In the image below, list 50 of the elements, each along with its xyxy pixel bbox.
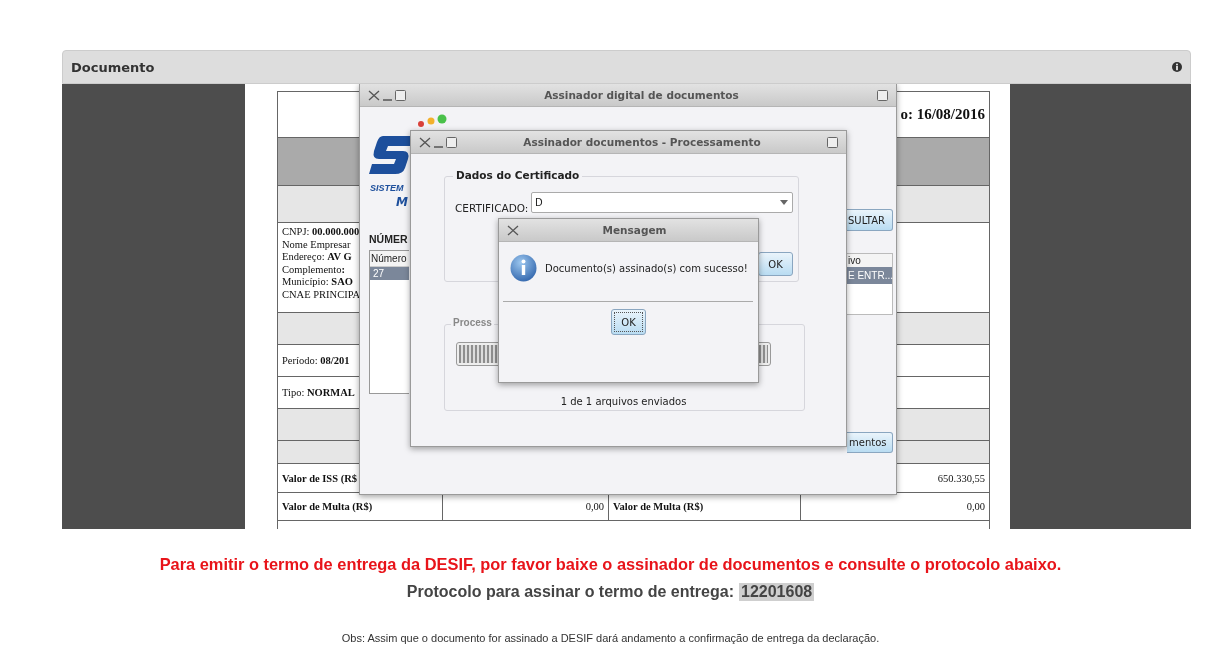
caret-icon: [780, 200, 788, 205]
group-title: Dados do Certificado: [453, 169, 583, 181]
dialog-message: Documento(s) assinado(s) com sucesso!: [545, 263, 748, 274]
column-header: Número: [370, 251, 409, 267]
period-text: Período: 08/201: [282, 355, 350, 366]
notice-text: Para emitir o termo de entrega da DESIF, por favor baixe o assinador de documentos e consulte o protocolo abaixo.: [159, 555, 1062, 574]
company-detail-text: Endereço: AV G: [282, 251, 353, 264]
table-cell: Valor de ISS (R$: [282, 472, 357, 484]
certificate-label: CERTIFICADO:: [455, 202, 529, 214]
window-title: Assinador documentos - Processamento: [522, 136, 762, 148]
list-row[interactable]: 27: [370, 267, 409, 280]
status-text: 1 de 1 arquivos enviados: [560, 396, 687, 407]
company-detail-text: CNAE PRINCIPA: [282, 288, 360, 301]
window-title: Mensagem: [601, 224, 668, 236]
ok-button[interactable]: OK: [758, 252, 793, 276]
company-detail-text: Nome Empresar: [282, 238, 352, 251]
type-text: Tipo: NORMAL: [282, 387, 355, 398]
list-row[interactable]: E ENTR...: [847, 267, 892, 284]
info-icon[interactable]: [1172, 62, 1182, 72]
protocol-label: Protocolo para assinar o termo de entrega:: [406, 583, 734, 601]
info-icon: [510, 254, 537, 282]
certificate-dropdown[interactable]: D: [531, 192, 793, 213]
close-icon[interactable]: [419, 136, 431, 148]
logo-text: SISTEM: [370, 183, 404, 193]
maximize-icon[interactable]: [395, 89, 406, 101]
protocol-number: 12201608: [739, 583, 815, 601]
company-detail-text: Município: SAO: [282, 276, 354, 289]
panel-title: Documento: [71, 59, 155, 75]
close-icon[interactable]: [507, 224, 519, 236]
close-icon[interactable]: [368, 89, 380, 101]
table-cell: 650.330,55: [937, 472, 985, 484]
window-title: Assinador digital de documentos: [543, 89, 740, 101]
logo-text: M: [396, 195, 408, 209]
company-detail-text: Complemento:: [282, 263, 346, 276]
number-label: NÚMER: [369, 233, 408, 245]
consult-button[interactable]: SULTAR: [847, 209, 893, 231]
traffic-lights-icon: [417, 114, 447, 128]
company-detail-text: CNPJ: 00.000.000: [282, 226, 360, 239]
ok-button[interactable]: OK: [611, 309, 646, 335]
group-title: Process: [451, 317, 494, 328]
maximize-icon[interactable]: [827, 136, 838, 148]
documents-button[interactable]: mentos: [847, 432, 893, 453]
column-header: ivo: [847, 254, 892, 267]
dropdown-value: D: [534, 197, 544, 208]
table-cell-text: 0,00: [965, 500, 986, 514]
maximize-icon[interactable]: [877, 89, 888, 101]
logo-s-icon: [369, 134, 413, 176]
note-text: Obs: Assim que o documento for assinado a DESIF dará andamento a confirmação de entrega da declaração.: [341, 632, 880, 644]
maximize-icon[interactable]: [446, 136, 457, 148]
date-text: o: 16/08/2016: [900, 106, 985, 123]
